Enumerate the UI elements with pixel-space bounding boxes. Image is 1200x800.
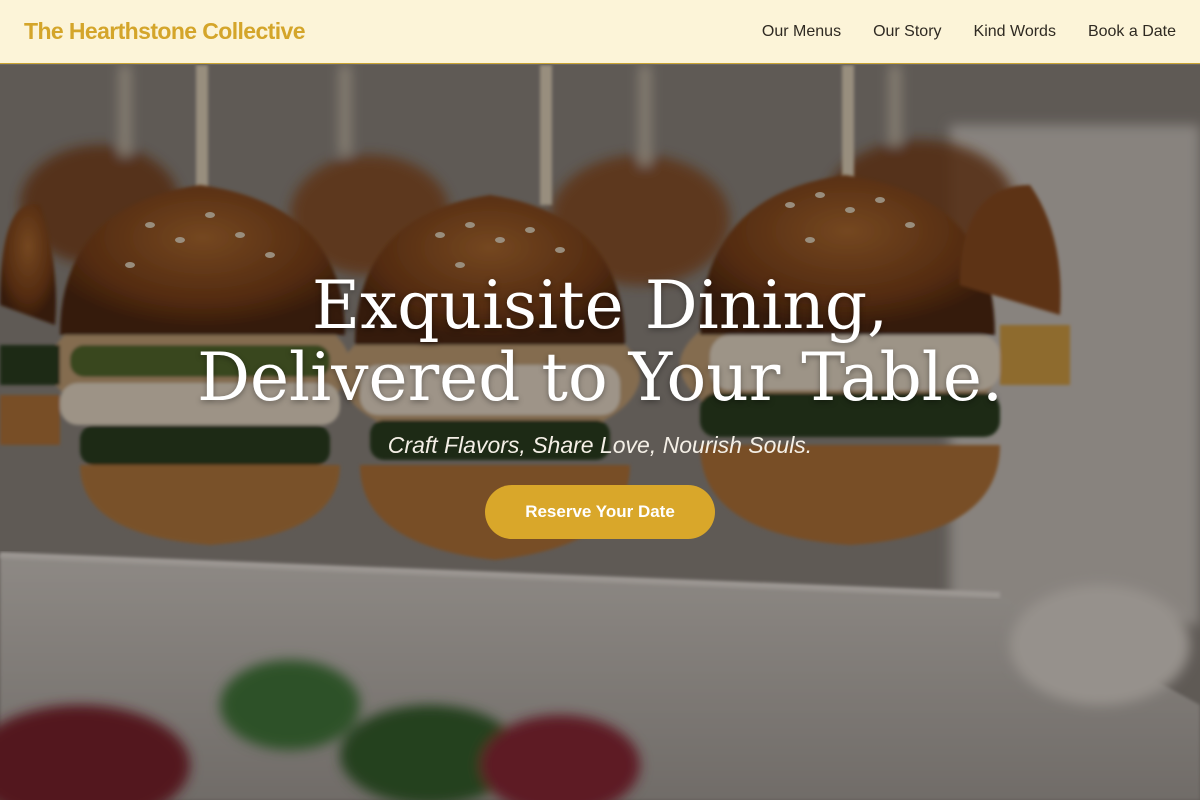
- hero-tagline: Craft Flavors, Share Love, Nourish Souls…: [387, 432, 813, 458]
- brand-logo[interactable]: The Hearthstone Collective: [24, 18, 306, 45]
- hero-title-line-2: Delivered to Your Table.: [197, 339, 1003, 416]
- nav-link-kind-words[interactable]: Kind Words: [974, 23, 1056, 41]
- main-nav: Our Menus Our Story Kind Words Book a Da…: [762, 23, 1176, 41]
- nav-link-our-menus[interactable]: Our Menus: [762, 23, 841, 41]
- nav-link-our-story[interactable]: Our Story: [873, 23, 941, 41]
- hero-section: Exquisite Dining, Delivered to Your Tabl…: [0, 65, 1200, 800]
- hero-title: Exquisite Dining, Delivered to Your Tabl…: [0, 270, 1200, 414]
- site-header: The Hearthstone Collective Our Menus Our…: [0, 0, 1200, 64]
- hero-content: Exquisite Dining, Delivered to Your Tabl…: [0, 270, 1200, 539]
- nav-link-book-a-date[interactable]: Book a Date: [1088, 23, 1176, 41]
- reserve-date-button[interactable]: Reserve Your Date: [485, 485, 715, 539]
- hero-title-line-1: Exquisite Dining,: [311, 267, 889, 344]
